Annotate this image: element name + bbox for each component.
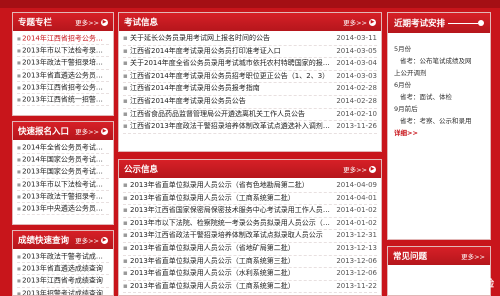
notice-list: 2013年省直单位拟录用人员公示（省有色地勘局第二批）2014-04-09 20… (119, 178, 381, 295)
notice-more-link[interactable]: 更多>> ▶ (343, 164, 376, 174)
schedule-detail: 上公开调剂 (394, 69, 427, 77)
list-item[interactable]: 2013年招警考试成绩查询 (17, 288, 109, 295)
exam-info-panel: 考试信息 更多>>▶ 关于延长公务员录用考试网上报名时间的公告2014-03-1… (118, 12, 382, 152)
watermark-logo: Baidu经验 (441, 279, 494, 290)
arrow-icon: ▶ (101, 18, 108, 26)
list-item[interactable]: 2013年省直遴选成绩查询 (17, 263, 109, 276)
schedule-month: 5月份 (394, 45, 412, 53)
notice-header: 公示信息 更多>> ▶ (119, 160, 381, 178)
schedule-title: 近期考试安排 (394, 19, 446, 29)
list-item[interactable]: 2013年中央遴选公务员报名 (17, 203, 109, 216)
arrow-icon: ▶ (369, 165, 376, 173)
topics-header: 专题专栏 更多>> ▶ (13, 13, 113, 31)
list-item[interactable]: 2013年市以下法检考试报名 (17, 179, 109, 191)
quick-signup-header: 快速报名入口 更多>> ▶ (13, 122, 113, 140)
list-item[interactable]: 2013年市以下法检考录专题 (17, 45, 109, 58)
list-item[interactable]: 2013年省直单位拟录用人员公示（工商系统第二批）2013-11-22 (123, 281, 377, 294)
score-query-more-link[interactable]: 更多>> ▶ (75, 235, 108, 245)
quick-signup-list: 2014年全省公务员考试报名 2014年国家公务员考试报名 2013年国家公务员… (13, 140, 113, 217)
list-item[interactable]: 2014年江西省招考公务员专题 (17, 33, 109, 46)
notice-panel: 公示信息 更多>>▶ 2013年省直单位拟录用人员公示（省有色地勘局第二批）20… (118, 159, 382, 296)
list-item[interactable]: 2013年省直单位拟录用人员公示（工商系统第二批）2014-04-01 (123, 193, 377, 206)
list-item[interactable]: 2013年省直单位拟录用人员公示（省有色地勘局第二批）2014-04-09 (123, 180, 377, 193)
schedule-panel: 近期考试安排 5月份 省考：公布笔试成绩及网 上公开调剂 6月份 省考：面试、体… (387, 12, 491, 240)
score-query-title: 成绩快速查询 (18, 236, 70, 246)
list-item[interactable]: 2013年省直遴选公务员专题 (17, 70, 109, 82)
arrow-icon: ▶ (369, 18, 376, 26)
schedule-details-link[interactable]: 详细>> (394, 127, 484, 139)
arrow-icon: ▶ (101, 236, 108, 244)
exam-info-title: 考试信息 (124, 18, 159, 28)
schedule-month: 6月份 (394, 81, 412, 89)
exam-info-more-link[interactable]: 更多>> ▶ (343, 17, 376, 27)
quick-signup-more-link[interactable]: 更多>> ▶ (75, 126, 108, 136)
score-query-list: 2013年政法干警考试成绩查询 2013年省直遴选成绩查询 2013年江西省考成… (13, 249, 113, 295)
topics-more-link[interactable]: 更多>> ▶ (75, 17, 108, 27)
list-item[interactable]: 2013年政法干警招录培养专题 (17, 57, 109, 70)
arrow-icon: ▶ (101, 127, 108, 135)
list-item[interactable]: 2013年国家公务员考试报名 (17, 166, 109, 179)
list-item[interactable]: 江西省2013年度政法干警招录培养体制改革试点遴选补入调剂试人…2013-11-… (123, 121, 377, 134)
exam-info-list: 关于延长公务员录用考试网上报名时间的公告2014-03-11 江西省2014年度… (119, 31, 381, 136)
top-strip (0, 0, 500, 8)
list-item[interactable]: 2013年省直单位拟录用人员公示（水利系统第二批）2013-12-06 (123, 268, 377, 281)
score-query-header: 成绩快速查询 更多>> ▶ (13, 231, 113, 249)
list-item[interactable]: 2013年政法干警招录考试报名 (17, 191, 109, 203)
list-item[interactable]: 江西省2014年度考试录用公务员公告2014-02-28 (123, 96, 377, 109)
faq-header: 常见问题 更多>> (388, 247, 490, 265)
topics-title: 专题专栏 (18, 18, 53, 28)
schedule-detail: 省考：面试、体检 (400, 93, 452, 101)
list-item[interactable]: 2013年政法干警考试成绩查询 (17, 251, 109, 264)
list-item[interactable]: 2013年市以下法院、检察院统一考录公务员拟录用人员公示（抚…2014-01-0… (123, 218, 377, 231)
schedule-header: 近期考试安排 (388, 13, 490, 33)
list-item[interactable]: 2013年江西省考成绩查询 (17, 275, 109, 288)
notice-title: 公示信息 (124, 165, 159, 175)
topics-panel: 专题专栏 更多>>▶ 2014年江西省招考公务员专题 2013年市以下法检考录专… (12, 12, 114, 116)
list-item[interactable]: 2013年江西省政法干警招录培养体制改革试点拟录取人员公示2013-12-31 (123, 230, 377, 243)
list-item[interactable]: 江西省2014年度考试录用公务员打印准考证入口2014-03-05 (123, 46, 377, 59)
quick-signup-title: 快速报名入口 (18, 127, 70, 137)
list-item[interactable]: 2013年江西省招考公务员专题 (17, 82, 109, 94)
list-item[interactable]: 2013年江西省统一招警专题 (17, 94, 109, 107)
exam-info-header: 考试信息 更多>> ▶ (119, 13, 381, 31)
schedule-body: 5月份 省考：公布笔试成绩及网 上公开调剂 6月份 省考：面试、体检 9月前后 … (388, 33, 490, 143)
list-item[interactable]: 2013年省直单位拟录用人员公示（工商系统第三批）2013-12-06 (123, 256, 377, 269)
list-item[interactable]: 江西省食品药品监督管理局公开遴选离机关工作人员公告2014-02-10 (123, 109, 377, 122)
decor-line-icon (448, 20, 484, 26)
score-query-panel: 成绩快速查询 更多>>▶ 2013年政法干警考试成绩查询 2013年省直遴选成绩… (12, 230, 114, 296)
faq-more-link[interactable]: 更多>> (461, 251, 485, 261)
list-item[interactable]: 2014年国家公务员考试报名 (17, 154, 109, 167)
quick-signup-panel: 快速报名入口 更多>>▶ 2014年全省公务员考试报名 2014年国家公务员考试… (12, 121, 114, 225)
faq-title: 常见问题 (393, 252, 428, 262)
list-item[interactable]: 2013年省直单位拟录用人员公示（省地矿局第二批）2013-12-13 (123, 243, 377, 256)
schedule-month: 9月前后 (394, 105, 418, 113)
list-item[interactable]: 2013年江西省国家保密局保密技术服务中心考试录用工作人员（…2014-01-0… (123, 205, 377, 218)
list-item[interactable]: 关于2014年度全省公务员录用考试城市依托农村特聘国家的报…2014-03-04 (123, 58, 377, 71)
list-item[interactable]: 江西省2014年度考试录用公务员报考指南2014-02-28 (123, 83, 377, 96)
topics-list: 2014年江西省招考公务员专题 2013年市以下法检考录专题 2013年政法干警… (13, 31, 113, 108)
list-item[interactable]: 江西省2014年度考试录用公务员招考职位更正公告（1、2、3）2014-03-0… (123, 71, 377, 84)
list-item[interactable]: 关于延长公务员录用考试网上报名时间的公告2014-03-11 (123, 33, 377, 46)
list-item[interactable]: 2014年全省公务员考试报名 (17, 142, 109, 155)
schedule-detail: 省考：公布笔试成绩及网 (400, 57, 472, 65)
schedule-detail: 省考：考察、公示和录用 (400, 117, 472, 125)
